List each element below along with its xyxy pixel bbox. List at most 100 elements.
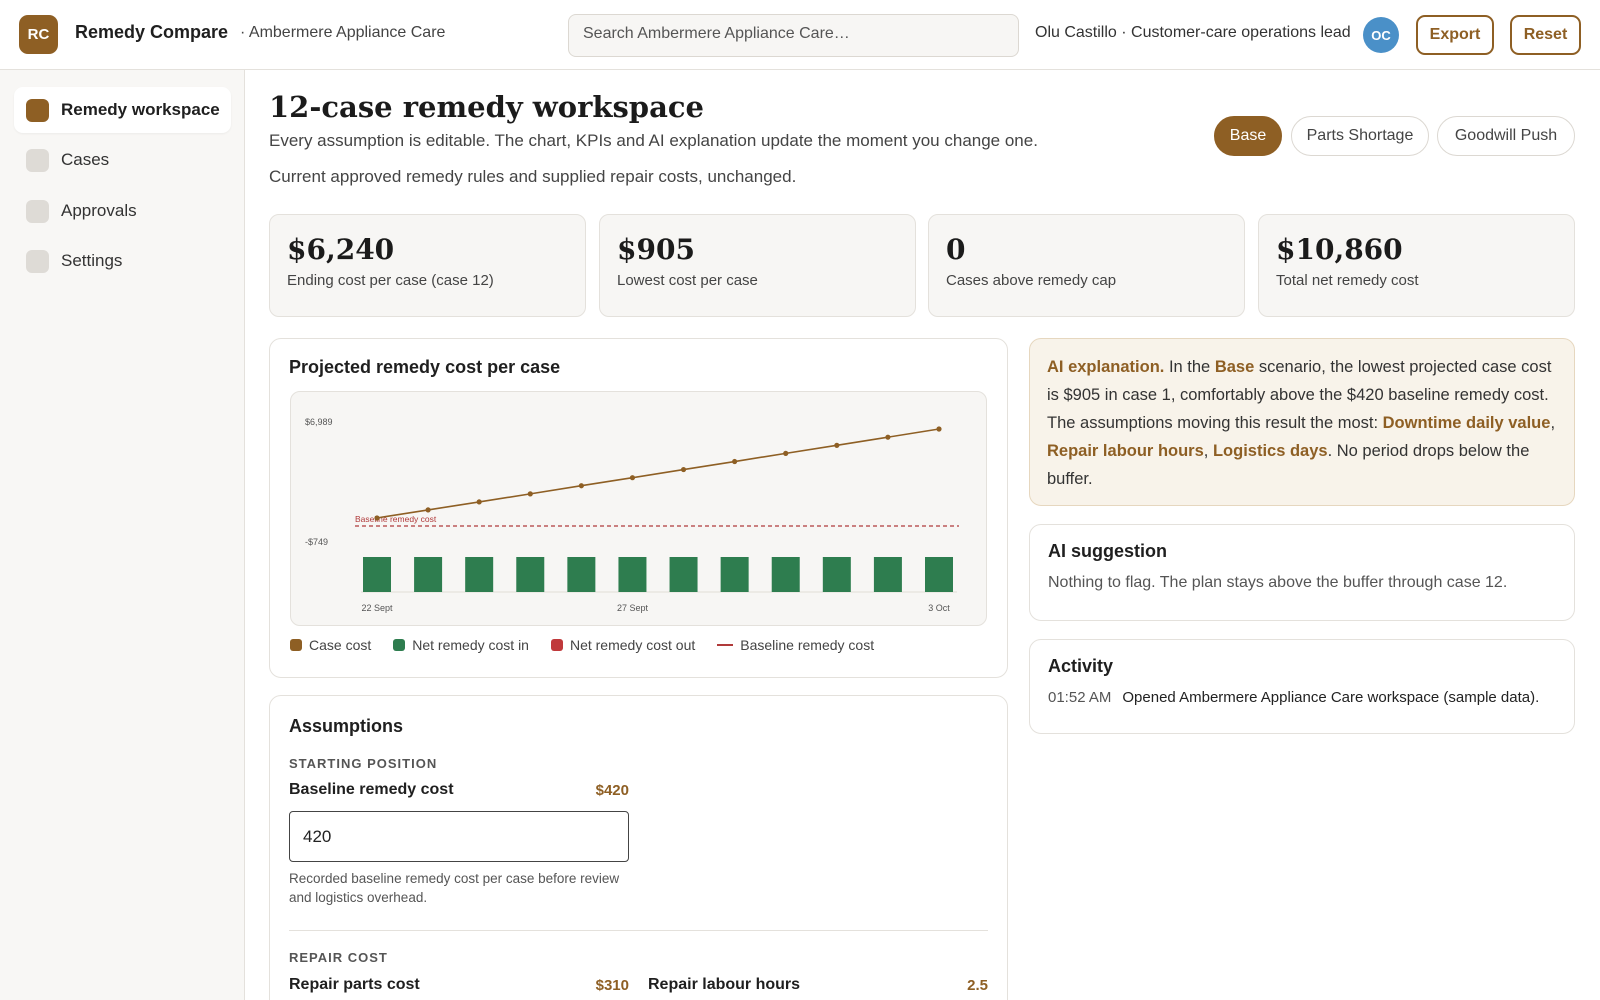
approvals-icon <box>26 199 49 223</box>
chart-bar <box>822 557 851 592</box>
kpi-value: $6,240 <box>287 233 395 266</box>
chart-bar <box>925 557 953 592</box>
chart-legend: Case cost Net remedy cost in Net remedy … <box>290 637 896 653</box>
kpi-cases-above-cap: 0 Cases above remedy cap <box>928 214 1245 317</box>
legend-swatch <box>290 639 302 651</box>
ai-explanation-scenario: Base <box>1214 358 1255 376</box>
kpi-label: Lowest cost per case <box>617 272 758 289</box>
ai-explanation-panel: AI explanation. In the Base scenario, th… <box>1029 338 1575 506</box>
settings-icon <box>26 249 49 273</box>
chart-bar <box>414 557 443 592</box>
chart-card: Projected remedy cost per case $6,989 -$7… <box>269 338 1008 678</box>
app-logo: RC <box>19 15 58 54</box>
baseline-remedy-cost-input[interactable] <box>289 811 629 862</box>
scenario-tab-parts-shortage[interactable]: Parts Shortage <box>1291 116 1429 156</box>
scenario-tab-base[interactable]: Base <box>1214 116 1282 156</box>
sidebar-item-label: Cases <box>61 150 110 169</box>
kpi-lowest-cost: $905 Lowest cost per case <box>599 214 916 317</box>
legend-item-net-out: Net remedy cost out <box>550 637 696 653</box>
sidebar-item-remedy-workspace[interactable]: Remedy workspace <box>14 87 231 133</box>
case-cost-point <box>783 450 789 456</box>
kpi-value: $905 <box>617 233 695 266</box>
legend-item-case-cost: Case cost <box>290 637 371 653</box>
ai-factor-logistics: Logistics days <box>1212 442 1328 460</box>
x-tick-label: 3 Oct <box>928 603 950 613</box>
y-tick-label: -$749 <box>305 537 328 547</box>
case-cost-point <box>834 442 840 448</box>
kpi-ending-cost: $6,240 Ending cost per case (case 12) <box>269 214 586 317</box>
top-bar: RC Remedy Compare · Ambermere Appliance … <box>0 0 1600 70</box>
activity-time: 01:52 AM <box>1048 689 1112 706</box>
case-cost-point <box>476 499 482 505</box>
legend-label: Net remedy cost out <box>569 637 696 653</box>
activity-panel: Activity 01:52 AM Opened Ambermere Appli… <box>1029 639 1575 734</box>
page-title: 12-case remedy workspace <box>269 90 704 124</box>
app-title: Remedy Compare <box>75 22 229 42</box>
case-cost-point <box>527 491 533 497</box>
ai-explanation-lead: AI explanation. <box>1047 358 1165 376</box>
ai-explanation-text: In the <box>1164 358 1215 376</box>
user-info: Olu Castillo · Customer-care operations … <box>1035 24 1351 41</box>
kpi-total-net-cost: $10,860 Total net remedy cost <box>1258 214 1575 317</box>
legend-label: Net remedy cost in <box>412 637 529 653</box>
search-input[interactable]: Search Ambermere Appliance Care… <box>568 14 1019 57</box>
sidebar-item-label: Settings <box>61 251 123 270</box>
ai-explanation-text: , <box>1550 414 1556 432</box>
section-repair-cost: REPAIR COST <box>289 950 388 965</box>
section-starting-position: STARTING POSITION <box>289 756 438 771</box>
sidebar-item-approvals[interactable]: Approvals <box>14 188 231 234</box>
remedy-workspace-icon <box>26 98 49 122</box>
case-cost-point <box>629 475 636 481</box>
kpi-label: Total net remedy cost <box>1276 272 1419 289</box>
chart-title: Projected remedy cost per case <box>289 357 561 377</box>
repair-parts-cost-value: $310 <box>595 977 629 994</box>
chart-bar <box>363 557 391 592</box>
chart-bar <box>465 557 494 592</box>
sidebar-item-label: Remedy workspace <box>61 100 220 119</box>
case-cost-point <box>936 426 942 432</box>
legend-swatch <box>393 639 406 651</box>
sidebar-item-label: Approvals <box>61 201 137 220</box>
assumptions-title: Assumptions <box>289 716 404 736</box>
case-cost-point <box>680 466 687 473</box>
x-tick-label: 22 Sept <box>361 603 393 613</box>
avatar[interactable]: OC <box>1363 17 1399 53</box>
chart-bar <box>771 557 800 592</box>
baseline-remedy-cost-label: Baseline remedy cost <box>289 781 454 798</box>
section-divider <box>289 930 988 931</box>
legend-item-net-in: Net remedy cost in <box>393 637 529 653</box>
activity-text: Opened Ambermere Appliance Care workspac… <box>1122 689 1540 706</box>
chart-bar <box>516 557 545 592</box>
baseline-remedy-cost-value: $420 <box>595 782 629 799</box>
chart-bar <box>873 557 902 592</box>
x-tick-label: 27 Sept <box>617 603 649 613</box>
chart-area: $6,989 -$749 Baseline remedy cost 22 Sept 27… <box>290 391 987 626</box>
case-cost-point <box>425 507 431 513</box>
ai-suggestion-text: Nothing to flag. The plan stays above th… <box>1048 574 1508 591</box>
kpi-label: Ending cost per case (case 12) <box>287 272 494 289</box>
kpi-label: Cases above remedy cap <box>946 272 1117 289</box>
sidebar-item-settings[interactable]: Settings <box>14 238 231 284</box>
case-cost-point <box>732 458 738 465</box>
legend-label: Case cost <box>309 637 372 653</box>
kpi-value: $10,860 <box>1276 233 1403 266</box>
legend-swatch <box>717 644 734 646</box>
activity-title: Activity <box>1048 656 1114 676</box>
remedy-cost-chart: $6,989-$749Baseline remedy cost22 Sept 27… <box>305 417 959 613</box>
y-tick-label: $6,989 <box>305 417 333 427</box>
reset-button[interactable]: Reset <box>1510 15 1581 55</box>
sidebar-item-cases[interactable]: Cases <box>14 137 231 183</box>
legend-item-baseline: Baseline remedy cost <box>717 637 874 653</box>
repair-labour-hours-value: 2.5 <box>967 977 988 994</box>
assumptions-card: Assumptions STARTING POSITION Baseline r… <box>269 695 1008 1000</box>
chart-bar <box>669 557 698 592</box>
case-cost-point <box>885 434 891 440</box>
ai-explanation-text: , <box>1203 442 1213 460</box>
export-button[interactable]: Export <box>1416 15 1494 55</box>
legend-swatch <box>550 639 563 651</box>
ai-factor-downtime: Downtime daily value <box>1382 414 1551 432</box>
repair-parts-cost-label: Repair parts cost <box>289 976 420 993</box>
scenario-tab-goodwill-push[interactable]: Goodwill Push <box>1437 116 1575 156</box>
ai-factor-labour: Repair labour hours <box>1047 442 1204 460</box>
repair-labour-hours-label: Repair labour hours <box>648 976 801 993</box>
